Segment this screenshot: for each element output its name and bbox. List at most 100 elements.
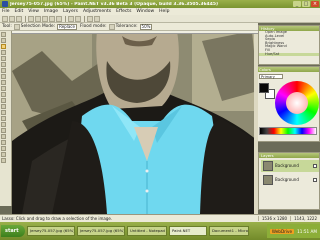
paint-bucket-icon[interactable] (0, 79, 6, 85)
color-palette[interactable] (259, 127, 317, 135)
rounded-rectangle-icon[interactable] (0, 145, 6, 151)
ruler (12, 31, 258, 34)
move-selection-icon[interactable] (0, 37, 6, 43)
rectangle-select-icon[interactable] (0, 31, 6, 37)
undo-icon[interactable] (68, 15, 74, 22)
layers-title: Layers (259, 153, 319, 158)
color-picker-icon[interactable] (0, 109, 6, 115)
selection-mode-dropdown[interactable]: Replace (57, 23, 77, 30)
lasso-icon[interactable] (0, 43, 6, 49)
toolbar-separator (25, 15, 26, 22)
cut-icon[interactable] (28, 15, 34, 22)
tool-options-bar: Tool: Selection Mode: Replace Flood mode… (0, 23, 258, 31)
layer-visibility-checkbox[interactable] (313, 178, 317, 182)
photo-image (12, 31, 258, 214)
magic-wand-icon[interactable] (13, 23, 20, 30)
vertical-scrollbar[interactable] (254, 34, 258, 214)
flood-mode-icon[interactable] (108, 23, 115, 30)
layer-name: Background (275, 163, 299, 168)
pan-icon[interactable] (0, 73, 6, 79)
grid-icon[interactable] (87, 15, 93, 22)
tools-panel (0, 31, 12, 206)
colors-panel: Colors Primary (256, 66, 320, 142)
ellipse-select-icon[interactable] (0, 55, 6, 61)
ellipse-icon[interactable] (0, 151, 6, 157)
magic-wand-tool-icon[interactable] (0, 67, 6, 73)
flood-mode-label: Flood mode: (79, 24, 107, 29)
close-button[interactable]: × (311, 1, 319, 7)
new-icon[interactable] (2, 15, 8, 22)
menu-help[interactable]: Help (159, 9, 169, 14)
menu-view[interactable]: View (28, 9, 39, 14)
eraser-icon[interactable] (0, 97, 6, 103)
tool-label: Tool: (2, 24, 12, 29)
layer-name: Background (275, 177, 299, 182)
taskbar-item[interactable]: Jersey75-057.jpg (65%)... (27, 226, 75, 236)
zoom-tool-icon[interactable] (0, 61, 6, 67)
toolbar-separator (84, 15, 85, 22)
history-panel: History Open Image Auto-Level Sepia Brig… (258, 25, 320, 65)
taskbar-item[interactable]: Paint.NET (169, 226, 207, 236)
clone-stamp-icon[interactable] (0, 115, 6, 121)
redo-icon[interactable] (75, 15, 81, 22)
status-message: Lasso: Click and drag to draw a selectio… (2, 216, 113, 221)
primary-color-swatch[interactable] (259, 83, 269, 93)
menu-adjustments[interactable]: Adjustments (83, 9, 111, 14)
deselect-icon[interactable] (56, 15, 62, 22)
layer-thumbnail (263, 161, 273, 171)
toolbar-separator (65, 15, 66, 22)
status-bar: Lasso: Click and drag to draw a selectio… (0, 214, 320, 222)
taskbar: start Jersey75-057.jpg (65%)... Jersey75… (0, 222, 320, 240)
menu-window[interactable]: Window (136, 9, 154, 14)
image-size: 1536 x 1280 (257, 216, 290, 221)
taskbar-item[interactable]: Jersey75-057.jpg (65%)... (77, 226, 125, 236)
layer-row[interactable]: Background (261, 174, 319, 186)
save-icon[interactable] (16, 15, 22, 22)
gradient-icon[interactable] (0, 85, 6, 91)
tolerance-slider[interactable]: 50% (139, 23, 153, 30)
open-icon[interactable] (9, 15, 15, 22)
colors-title: Colors (257, 67, 319, 72)
system-tray: WebDrive 11:51 AM (266, 224, 320, 238)
layers-panel: Layers Background Background (258, 152, 320, 210)
taskbar-item[interactable]: Untitled - Notepad (127, 226, 167, 236)
tray-app[interactable]: WebDrive (269, 228, 295, 234)
menu-bar: File Edit View Image Layers Adjustments … (0, 8, 320, 15)
freeform-shape-icon[interactable] (0, 157, 6, 163)
menu-file[interactable]: File (2, 9, 10, 14)
main-toolbar (0, 15, 320, 23)
recolor-icon[interactable] (0, 121, 6, 127)
image-canvas[interactable] (12, 31, 258, 214)
move-icon[interactable] (0, 49, 6, 55)
history-item[interactable]: Hue/Sat (259, 52, 319, 57)
pencil-icon[interactable] (0, 103, 6, 109)
color-wheel[interactable] (275, 81, 319, 125)
zoom-icon[interactable] (94, 15, 100, 22)
crop-icon[interactable] (49, 15, 55, 22)
paint-net-icon (2, 1, 8, 7)
color-mode-dropdown[interactable]: Primary (259, 74, 283, 79)
paste-icon[interactable] (42, 15, 48, 22)
minimize-button[interactable]: _ (293, 1, 301, 7)
maximize-button[interactable]: □ (302, 1, 310, 7)
menu-edit[interactable]: Edit (15, 9, 24, 14)
text-icon[interactable] (0, 127, 6, 133)
copy-icon[interactable] (35, 15, 41, 22)
paintbrush-icon[interactable] (0, 91, 6, 97)
menu-image[interactable]: Image (44, 9, 58, 14)
menu-effects[interactable]: Effects (116, 9, 131, 14)
layer-thumbnail (263, 175, 273, 185)
menu-layers[interactable]: Layers (63, 9, 78, 14)
start-button[interactable]: start (1, 225, 25, 237)
tolerance-label: Tolerance: (115, 24, 138, 29)
cursor-position: 1143, 1222 (290, 216, 320, 221)
taskbar-item[interactable]: Document1 - Microsoft... (209, 226, 249, 236)
window-title: Jersey75-057.jpg (65%) - Paint.NET v3.36… (10, 1, 219, 7)
layer-row[interactable]: Background (261, 160, 319, 172)
rectangle-icon[interactable] (0, 139, 6, 145)
selection-mode-label: Selection Mode: (20, 24, 56, 29)
line-icon[interactable] (0, 133, 6, 139)
layer-visibility-checkbox[interactable] (313, 164, 317, 168)
clock: 11:51 AM (297, 228, 317, 234)
title-bar: Jersey75-057.jpg (65%) - Paint.NET v3.36… (0, 0, 320, 8)
